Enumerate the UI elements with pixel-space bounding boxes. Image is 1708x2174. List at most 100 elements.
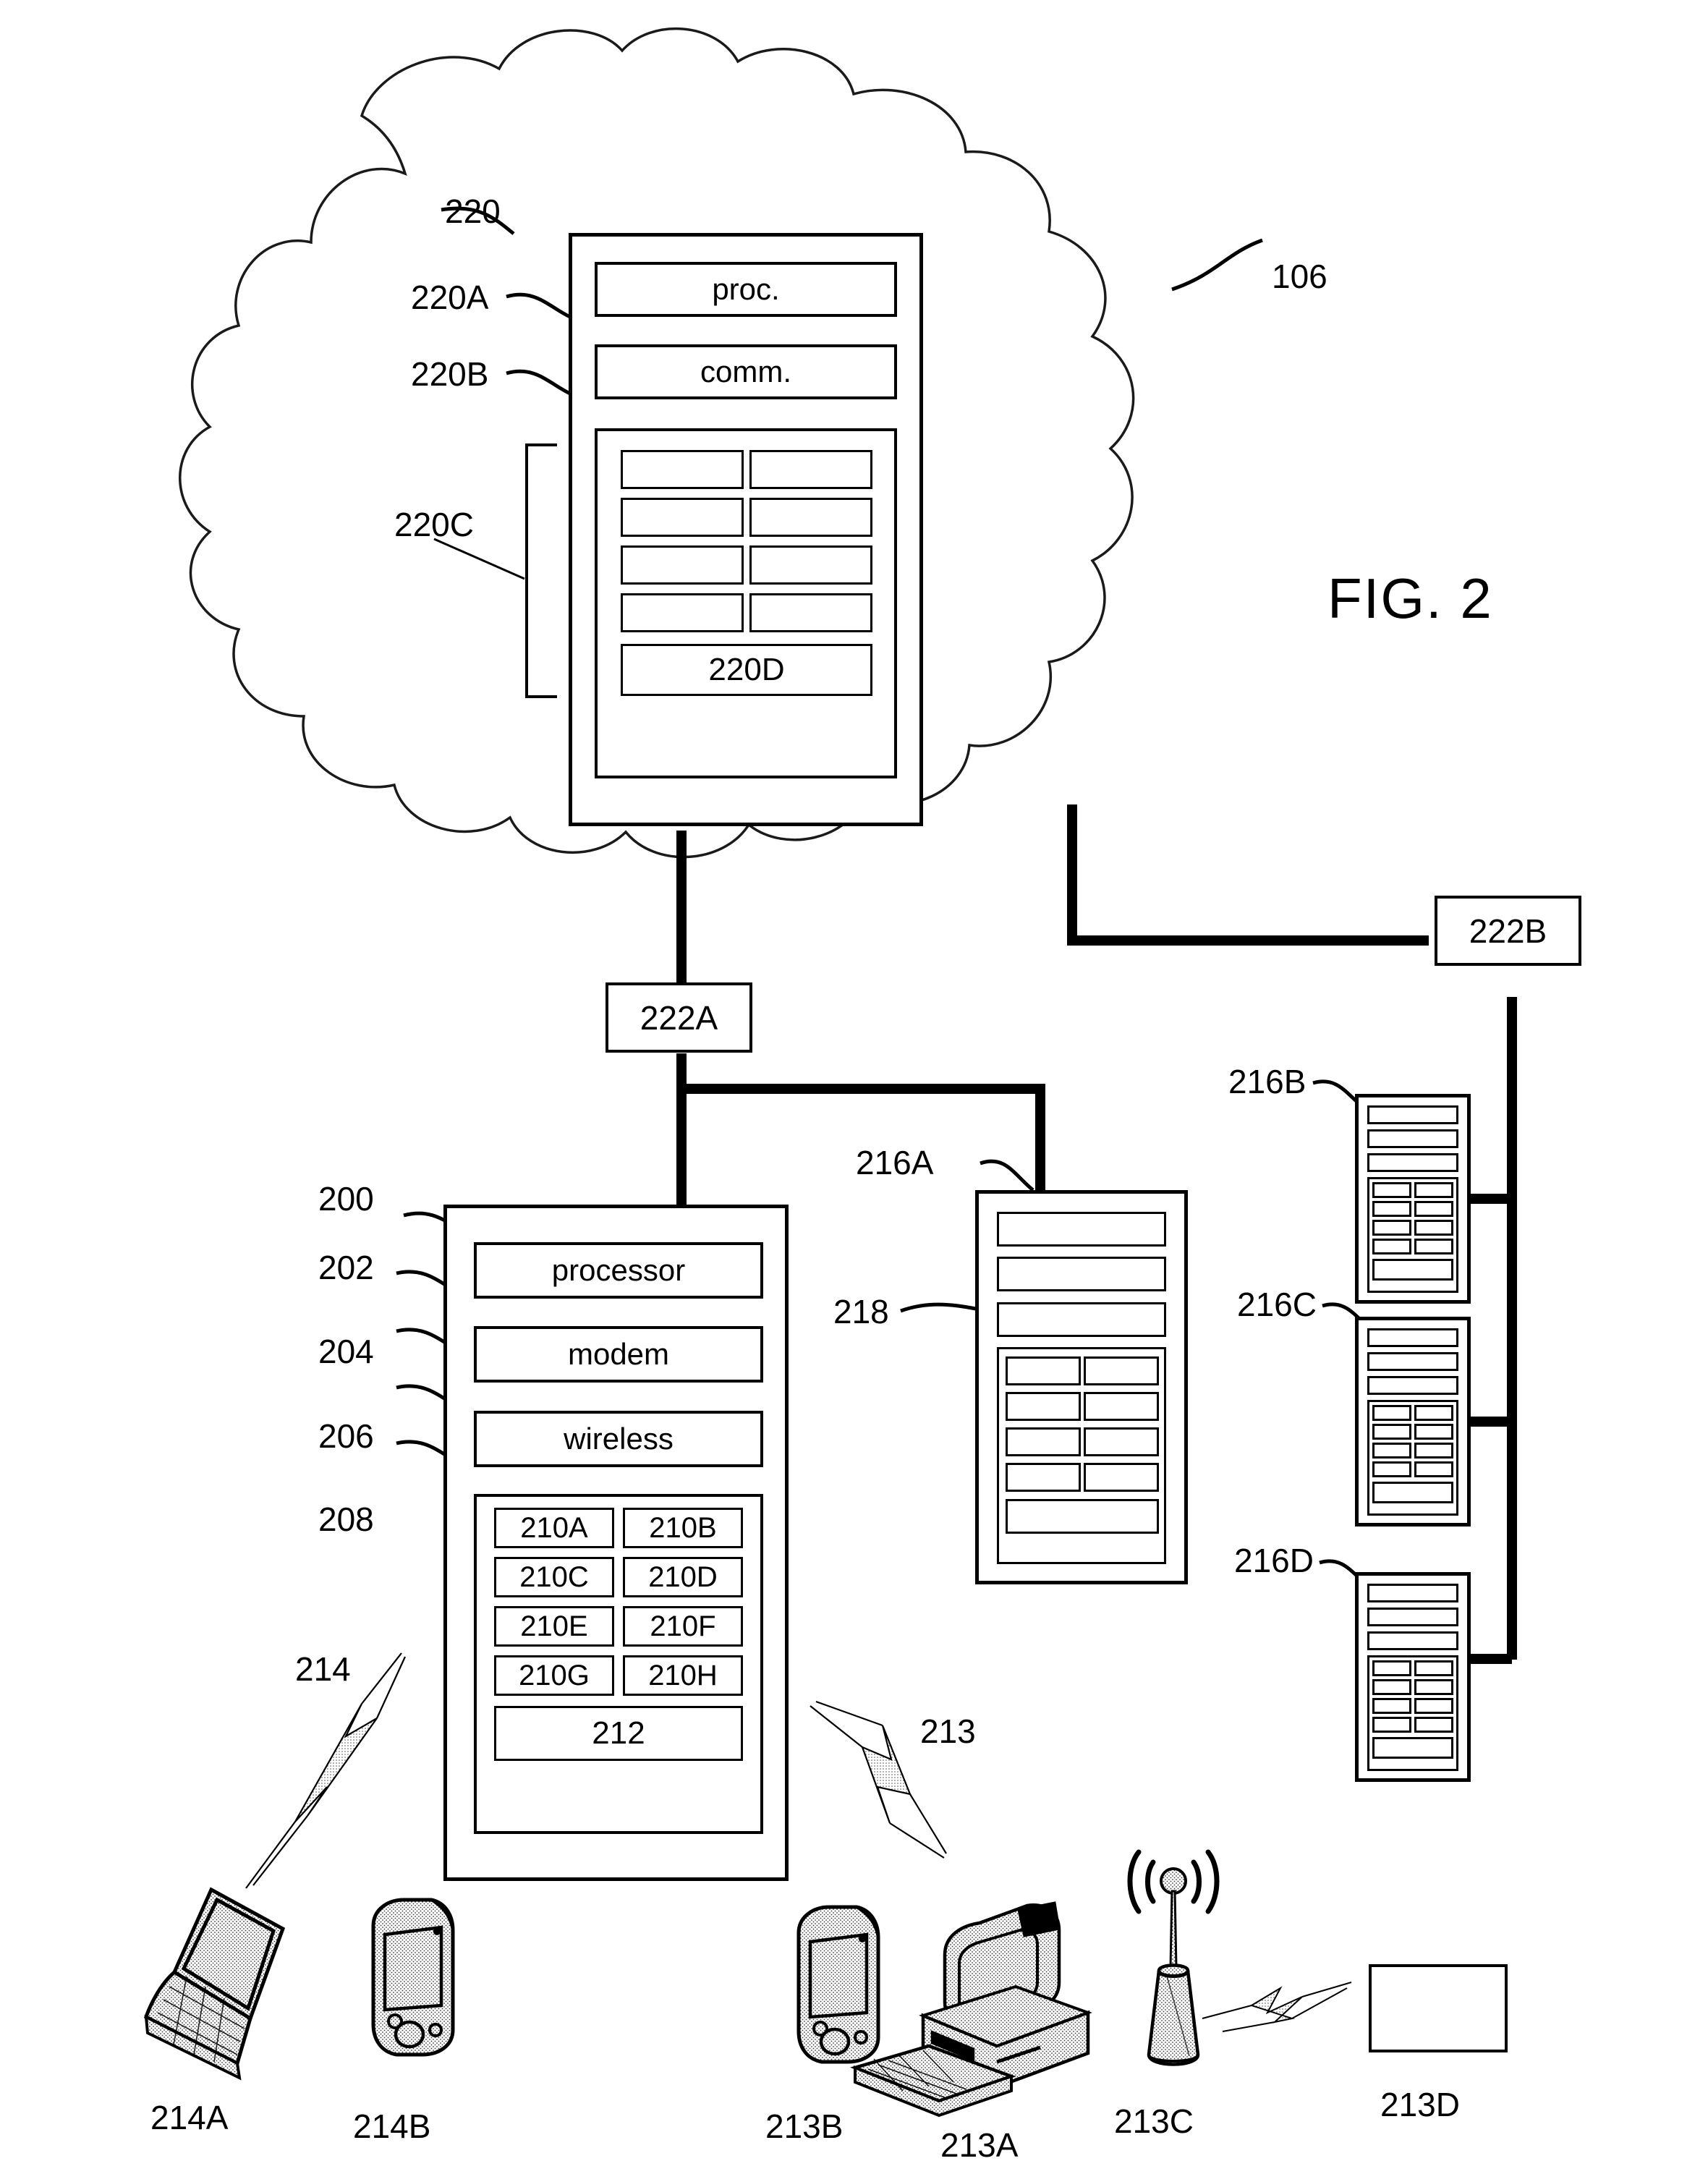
cloud-server-module [749,545,872,585]
server-216B-cell [1414,1220,1453,1236]
ref-220B: 220B [411,355,489,393]
desktop-computer-icon [850,1901,1092,2118]
server-216D-cell [1414,1698,1453,1714]
server-216B-cell [1372,1182,1411,1198]
server-216A-cell [1006,1392,1081,1421]
ref-214: 214 [295,1650,351,1688]
caption-213B: 213B [765,2107,844,2145]
server-216B-cell [1414,1182,1453,1198]
server-216B-bar [1367,1129,1458,1148]
server-216C-cell [1414,1424,1453,1440]
cloud-server-module [749,450,872,489]
server-216A-bar [997,1257,1166,1291]
server-216A-cell [1084,1463,1159,1492]
caption-213A: 213A [940,2126,1019,2164]
server-216D-cell [1372,1660,1411,1676]
server-216D-bar [1367,1584,1458,1602]
cloud-server-processor-label: proc. [712,272,780,306]
blank-device-icon [1369,1964,1508,2052]
cloud-server-module [749,593,872,632]
ref-220: 220 [445,192,501,230]
server-216A-cell [1084,1427,1159,1456]
server-216A-bar [997,1302,1166,1337]
ref-200: 200 [318,1180,374,1218]
ref-202: 202 [318,1249,374,1286]
device-module-label: 210G [519,1659,590,1691]
server-216C-cell [1414,1443,1453,1458]
ref-220A: 220A [411,279,489,316]
device-modem-label: modem [567,1337,670,1371]
ref-216A: 216A [856,1144,934,1181]
cloud-server-module [621,593,744,632]
server-216D-cell [1372,1679,1411,1695]
server-216C-cell [1414,1405,1453,1421]
server-216B-cell [1372,1239,1411,1254]
device-bottom-module-label: 212 [592,1715,645,1751]
ref-208: 208 [318,1500,374,1538]
server-216C-cell [1414,1461,1453,1477]
cloud-server-module [621,545,744,585]
server-216D-cell [1414,1660,1453,1676]
server-216D-wide-cell [1372,1737,1453,1759]
server-216A-cell [1084,1392,1159,1421]
ref-213: 213 [920,1712,976,1750]
pda-icon [371,1898,455,2057]
server-216C-cell [1372,1424,1411,1440]
server-216C-cell [1372,1443,1411,1458]
server-216B-cell [1414,1239,1453,1254]
device-module-label: 210E [520,1610,588,1642]
ref-220C: 220C [394,506,474,543]
bus-cloud-to-222B [1067,804,1429,946]
router-222B-label: 222B [1469,912,1547,950]
server-216A-cell [1006,1463,1081,1492]
caption-214A: 214A [150,2099,229,2136]
ref-206: 206 [318,1417,374,1455]
device-wireless-label: wireless [564,1422,674,1456]
caption-213D: 213D [1380,2086,1460,2123]
device-module-label: 210B [649,1511,717,1544]
server-216D-bar [1367,1608,1458,1626]
caption-214B: 214B [353,2107,431,2145]
server-216A-cell [1006,1356,1081,1385]
server-216D-cell [1372,1698,1411,1714]
server-216B-cell [1372,1201,1411,1217]
server-216D-cell [1372,1717,1411,1733]
ref-216B: 216B [1228,1063,1307,1100]
cloud-server-comm-label: comm. [700,354,791,388]
cloud-server-module [621,450,744,489]
server-216B-wide-cell [1372,1259,1453,1281]
ref-106: 106 [1272,258,1327,295]
ref-204: 204 [318,1333,374,1370]
device-module-label: 210F [650,1610,716,1642]
server-216C-cell [1372,1461,1411,1477]
server-216B-cell [1372,1220,1411,1236]
laptop-icon [143,1887,286,2081]
leader-216A [980,1159,1034,1192]
antenna-tower-icon [1127,1849,1220,2066]
server-216A-cell [1006,1427,1081,1456]
ref-216C: 216C [1237,1286,1317,1323]
server-216C-bar [1367,1376,1458,1395]
server-216A-cell [1084,1356,1159,1385]
router-222A-label: 222A [640,998,718,1037]
server-216A-bar [997,1212,1166,1247]
pda-icon [796,1905,880,2064]
caption-213C: 213C [1114,2102,1194,2140]
server-216C-bar [1367,1352,1458,1371]
server-216B-bar [1367,1153,1458,1172]
server-216B-bar [1367,1105,1458,1124]
server-216A-wide-cell [1006,1499,1159,1534]
figure-title: FIG. 2 [1327,566,1493,630]
device-processor-label: processor [551,1253,686,1287]
device-module-label: 210C [519,1561,589,1593]
device-module-label: 210D [648,1561,718,1593]
cloud-server-bottom-module-label: 220D [708,652,785,687]
cloud-server-module [749,498,872,537]
server-216D-cell [1414,1679,1453,1695]
patent-figure-2: proc. comm. 220D 220 220A 220B 220C 106 … [0,0,1708,2174]
ref-218: 218 [833,1293,889,1330]
wireless-bolt-213C-213D-icon [1202,1982,1352,2032]
cloud-server-module [621,498,744,537]
server-216B-cell [1414,1201,1453,1217]
device-module-label: 210A [520,1511,588,1544]
